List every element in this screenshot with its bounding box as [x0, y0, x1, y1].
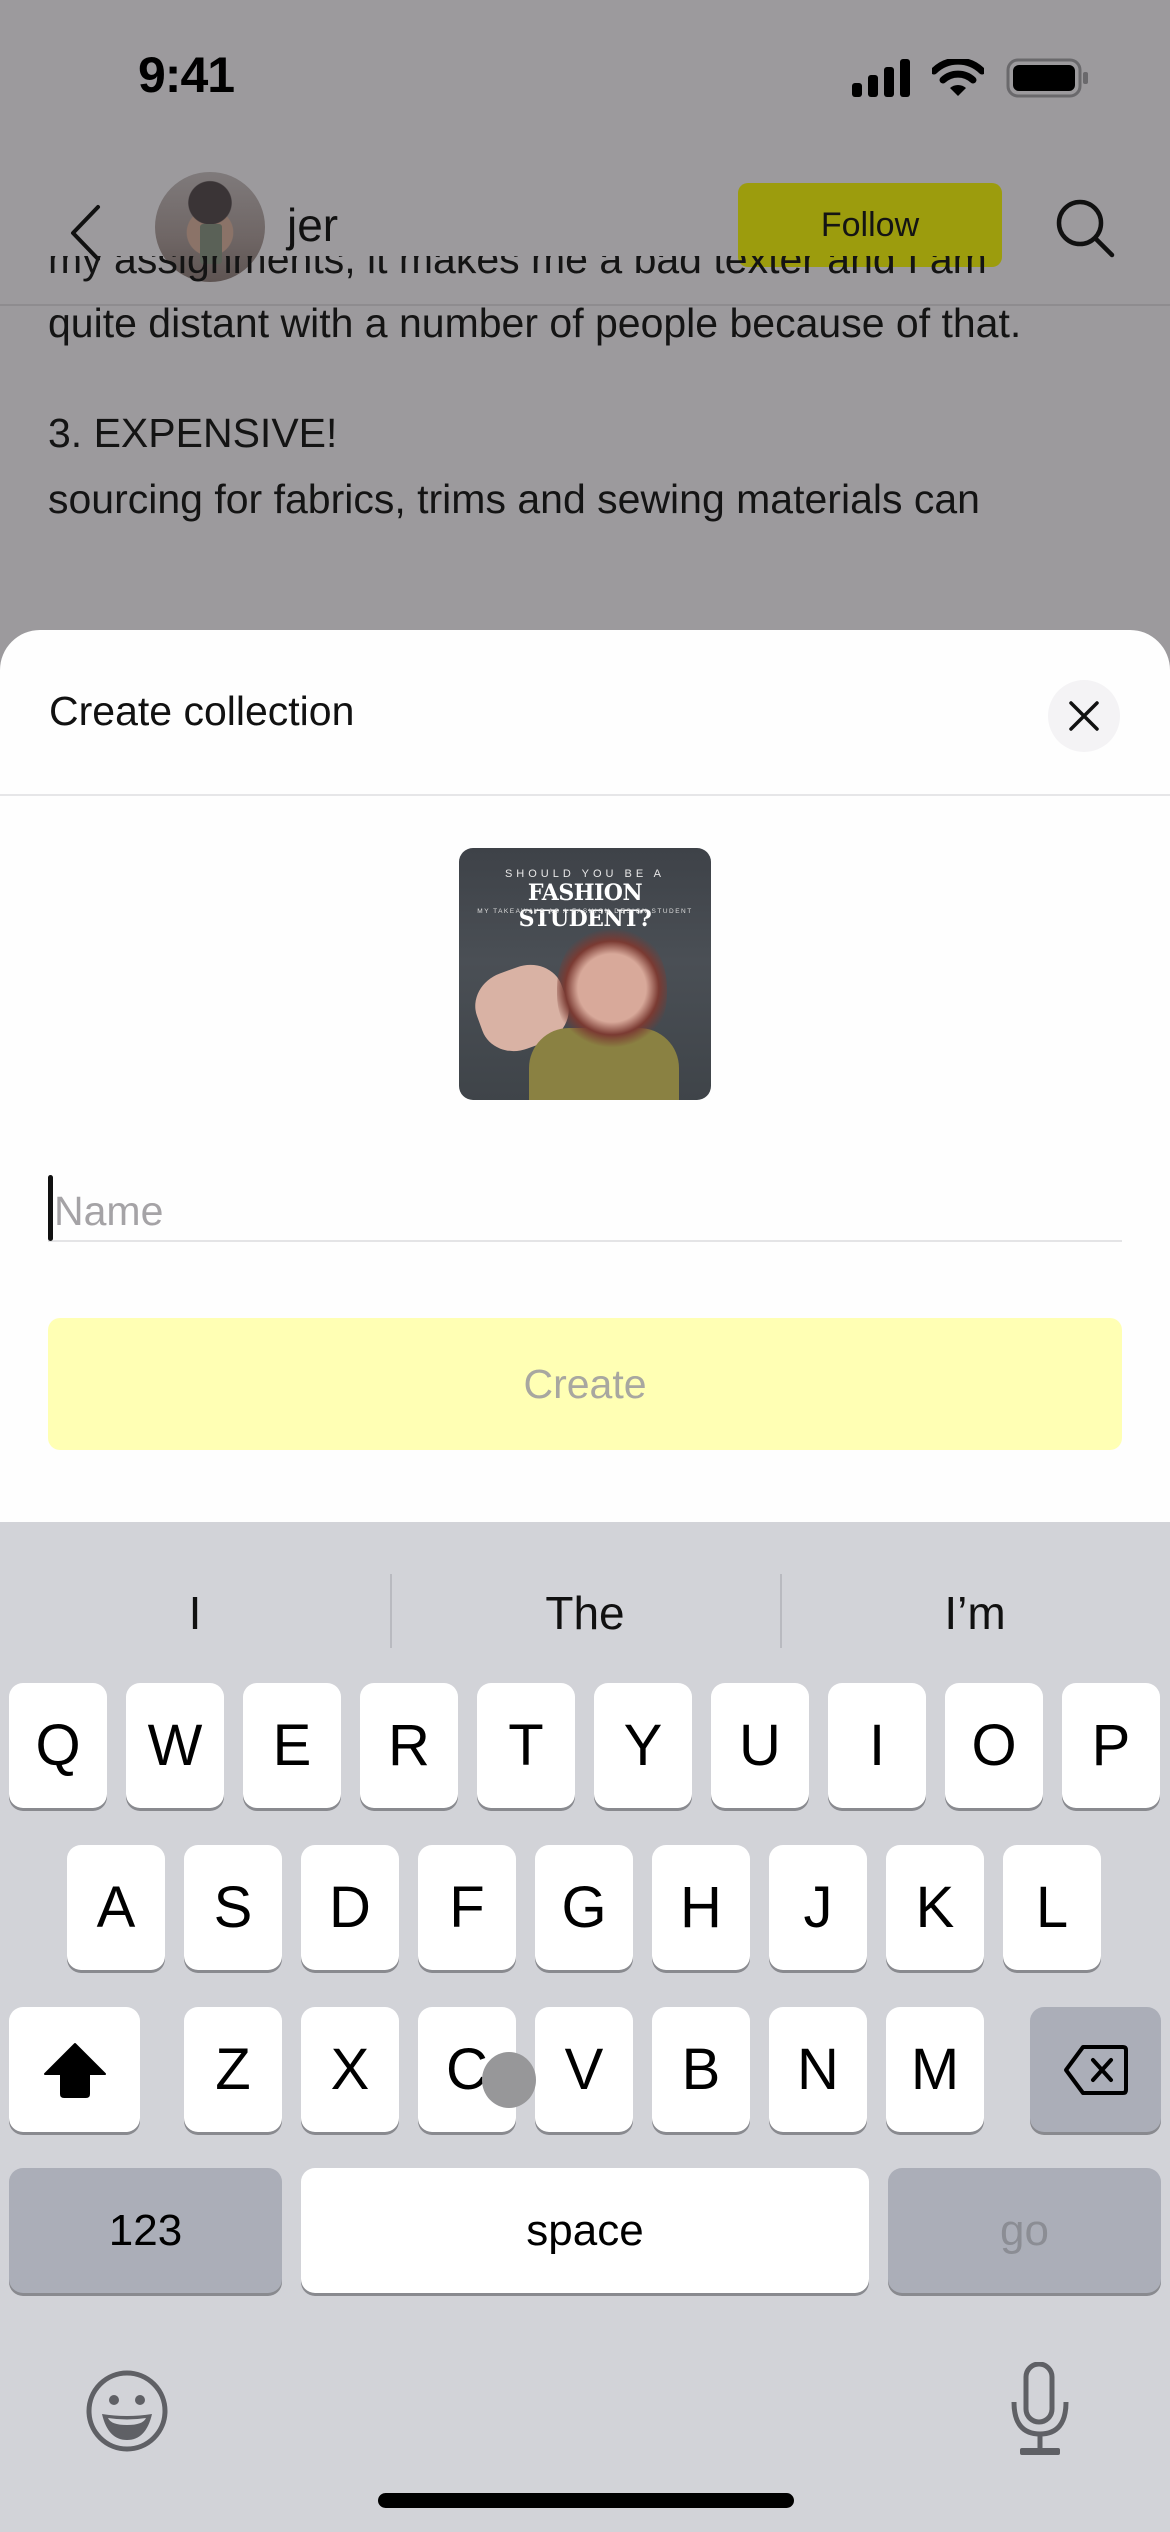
- key-w[interactable]: W: [126, 1683, 224, 1808]
- key-j[interactable]: J: [769, 1845, 867, 1970]
- key-y[interactable]: Y: [594, 1683, 692, 1808]
- emoji-icon[interactable]: [84, 2368, 170, 2454]
- key-x[interactable]: X: [301, 2007, 399, 2132]
- name-input[interactable]: Name: [48, 1160, 1122, 1242]
- predictive-bar: I The I’m: [0, 1558, 1170, 1668]
- microphone-icon[interactable]: [1008, 2362, 1072, 2458]
- key-q[interactable]: Q: [9, 1683, 107, 1808]
- cover-text-line2: FASHION STUDENT?: [518, 880, 652, 932]
- key-t[interactable]: T: [477, 1683, 575, 1808]
- key-k[interactable]: K: [886, 1845, 984, 1970]
- key-h[interactable]: H: [652, 1845, 750, 1970]
- key-z[interactable]: Z: [184, 2007, 282, 2132]
- shift-key[interactable]: [9, 2007, 140, 2132]
- status-bar: 9:41: [0, 0, 1170, 150]
- key-s[interactable]: S: [184, 1845, 282, 1970]
- suggestion[interactable]: I’m: [780, 1558, 1170, 1668]
- cover-text-line3: MY TAKEAWAYS AS A FASHION DESIGN STUDENT: [477, 908, 693, 915]
- close-icon: [1069, 701, 1099, 731]
- battery-icon: [1006, 58, 1088, 98]
- suggestion[interactable]: I: [0, 1558, 390, 1668]
- space-key[interactable]: space: [301, 2168, 869, 2293]
- status-time: 9:41: [138, 47, 235, 103]
- cover-text-line1: SHOULD YOU BE A: [504, 868, 666, 880]
- key-u[interactable]: U: [711, 1683, 809, 1808]
- key-b[interactable]: B: [652, 2007, 750, 2132]
- key-e[interactable]: E: [243, 1683, 341, 1808]
- suggestion[interactable]: The: [390, 1558, 780, 1668]
- key-o[interactable]: O: [945, 1683, 1043, 1808]
- key-f[interactable]: F: [418, 1845, 516, 1970]
- go-key[interactable]: go: [888, 2168, 1161, 2293]
- collection-cover-image: SHOULD YOU BE A FASHION STUDENT? MY TAKE…: [459, 848, 711, 1100]
- key-i[interactable]: I: [828, 1683, 926, 1808]
- follow-button[interactable]: Follow: [738, 183, 1002, 267]
- key-v[interactable]: V: [535, 2007, 633, 2132]
- article-heading: 3. EXPENSIVE!: [48, 410, 338, 456]
- key-d[interactable]: D: [301, 1845, 399, 1970]
- cover-photo-face: [557, 923, 667, 1053]
- numbers-key[interactable]: 123: [9, 2168, 282, 2293]
- name-placeholder: Name: [54, 1188, 164, 1234]
- close-button[interactable]: [1048, 680, 1120, 752]
- wifi-icon: [932, 59, 984, 96]
- sheet-header: Create collection: [0, 630, 1170, 796]
- key-n[interactable]: N: [769, 2007, 867, 2132]
- search-icon: [1056, 199, 1115, 258]
- key-p[interactable]: P: [1062, 1683, 1160, 1808]
- text-caret: [48, 1175, 53, 1241]
- article-body: my assignments, it makes me a bad texter…: [48, 256, 1128, 532]
- create-button[interactable]: Create: [48, 1318, 1122, 1450]
- key-g[interactable]: G: [535, 1845, 633, 1970]
- delete-key[interactable]: [1030, 2007, 1161, 2132]
- sheet-title: Create collection: [49, 688, 355, 734]
- key-a[interactable]: A: [67, 1845, 165, 1970]
- key-r[interactable]: R: [360, 1683, 458, 1808]
- chevron-left-icon: [71, 205, 100, 261]
- username[interactable]: jer: [287, 198, 338, 252]
- status-icons: [852, 58, 1090, 98]
- key-l[interactable]: L: [1003, 1845, 1101, 1970]
- cellular-signal-icon: [852, 59, 910, 97]
- key-m[interactable]: M: [886, 2007, 984, 2132]
- touch-indicator: [482, 2052, 536, 2108]
- delete-backspace-icon: [1063, 2044, 1128, 2095]
- background-page: 9:41 jer Follow my assignments, it makes…: [0, 0, 1170, 700]
- home-indicator: [378, 2493, 794, 2508]
- article-paragraph: sourcing for fabrics, trims and sewing m…: [48, 476, 980, 522]
- article-cut-line: my assignments, it makes me a bad texter…: [48, 256, 987, 282]
- shift-icon: [43, 2042, 106, 2098]
- article-paragraph: quite distant with a number of people be…: [48, 300, 1022, 346]
